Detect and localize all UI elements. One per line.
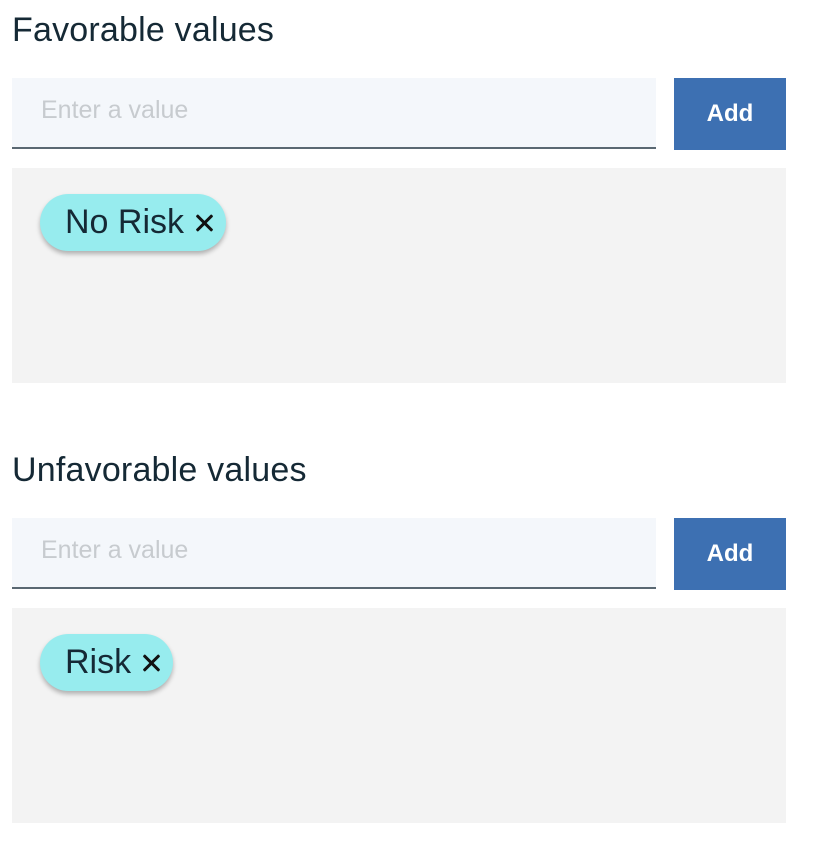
unfavorable-values-section: Unfavorable values Add Risk [12, 448, 786, 823]
unfavorable-value-input[interactable] [12, 518, 656, 589]
favorable-values-section: Favorable values Add No Risk [12, 8, 786, 383]
favorable-input-row: Add [12, 78, 786, 150]
favorable-add-button[interactable]: Add [674, 78, 786, 150]
tag-label: Risk [65, 643, 132, 681]
unfavorable-input-row: Add [12, 518, 786, 590]
favorable-tag-list: No Risk [12, 168, 786, 383]
close-icon[interactable] [194, 213, 214, 233]
tag-label: No Risk [65, 203, 185, 241]
unfavorable-values-title: Unfavorable values [12, 451, 307, 489]
tag-no-risk: No Risk [40, 194, 227, 251]
tag-risk: Risk [40, 634, 174, 691]
favorable-values-title: Favorable values [12, 11, 275, 49]
unfavorable-tag-list: Risk [12, 608, 786, 823]
unfavorable-add-button[interactable]: Add [674, 518, 786, 590]
favorable-value-input[interactable] [12, 78, 656, 149]
close-icon[interactable] [141, 653, 161, 673]
